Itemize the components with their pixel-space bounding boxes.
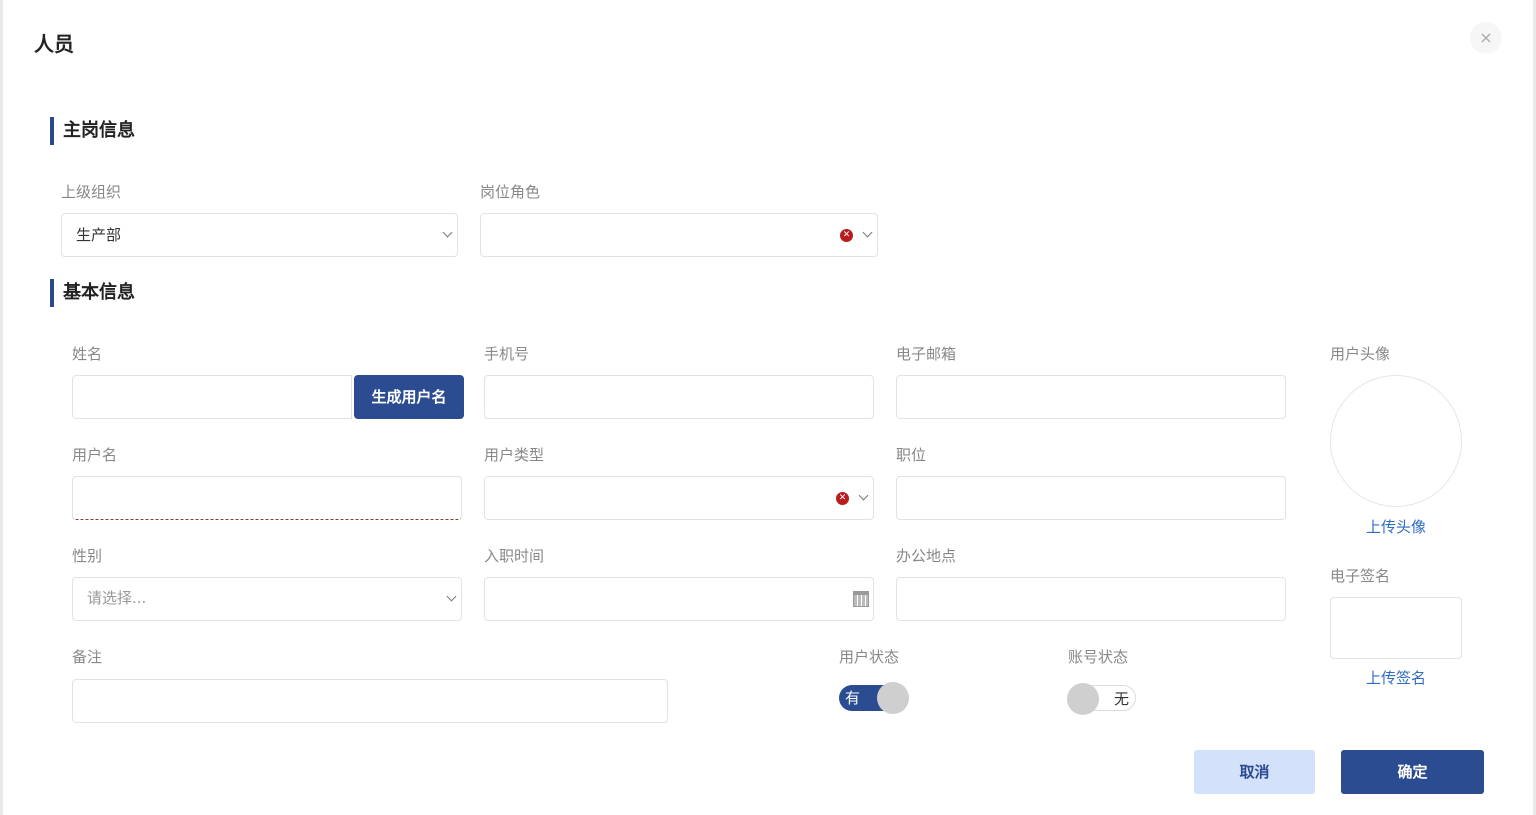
hire-date-input[interactable] [484,577,874,621]
account-status-label: 账号状态 [1068,648,1129,666]
chevron-down-icon [858,490,869,501]
signature-label: 电子签名 [1330,567,1391,585]
username-label: 用户名 [72,446,118,464]
avatar-label: 用户头像 [1330,345,1391,363]
phone-input[interactable] [484,375,874,419]
parent-org-value: 生产部 [76,226,122,244]
name-input[interactable] [72,375,352,419]
clear-icon[interactable]: ✕ [840,229,853,242]
user-status-toggle[interactable]: 有 [839,682,909,714]
signature-preview [1330,597,1462,659]
chevron-down-icon [862,227,873,238]
upload-signature-link[interactable]: 上传签名 [1366,667,1426,688]
cancel-button[interactable]: 取消 [1194,750,1315,794]
user-status-label: 用户状态 [839,648,900,666]
parent-org-label: 上级组织 [61,183,122,201]
office-location-input[interactable] [896,577,1286,621]
clear-icon[interactable]: ✕ [836,492,849,505]
section-title-main-post: 主岗信息 [50,117,135,145]
user-type-select[interactable]: ✕ [484,476,874,520]
username-input[interactable] [72,476,462,520]
remark-input[interactable] [72,679,668,723]
post-role-select[interactable]: ✕ [480,213,878,257]
position-label: 职位 [896,446,927,464]
office-location-label: 办公地点 [896,547,957,565]
gender-label: 性别 [72,547,103,565]
post-role-label: 岗位角色 [480,183,541,201]
generate-username-button[interactable]: 生成用户名 [354,375,464,419]
upload-avatar-link[interactable]: 上传头像 [1366,516,1426,537]
chevron-down-icon [442,227,453,238]
confirm-button[interactable]: 确定 [1341,750,1484,794]
name-label: 姓名 [72,345,103,363]
hire-date-label: 入职时间 [484,547,545,565]
gender-placeholder: 请选择... [87,589,147,607]
remark-label: 备注 [72,648,103,666]
position-input[interactable] [896,476,1286,520]
section-title-basic-info: 基本信息 [50,279,135,307]
account-status-toggle[interactable]: 无 [1067,683,1136,715]
account-status-toggle-text: 无 [1113,690,1129,708]
chevron-down-icon [446,591,457,602]
toggle-knob [877,682,909,714]
user-status-toggle-text: 有 [845,689,861,707]
person-dialog: 人员 × 主岗信息 上级组织 生产部 岗位角色 ✕ 基本信息 姓名 生成用户名 … [3,0,1533,815]
close-icon[interactable]: × [1470,22,1502,54]
gender-select[interactable]: 请选择... [72,577,462,621]
email-input[interactable] [896,375,1286,419]
parent-org-select[interactable]: 生产部 [61,213,458,257]
user-type-label: 用户类型 [484,446,545,464]
phone-label: 手机号 [484,345,530,363]
calendar-icon[interactable] [853,591,869,607]
avatar-preview [1330,375,1462,507]
email-label: 电子邮箱 [896,345,957,363]
dialog-title: 人员 [34,32,74,56]
toggle-knob [1067,683,1099,715]
